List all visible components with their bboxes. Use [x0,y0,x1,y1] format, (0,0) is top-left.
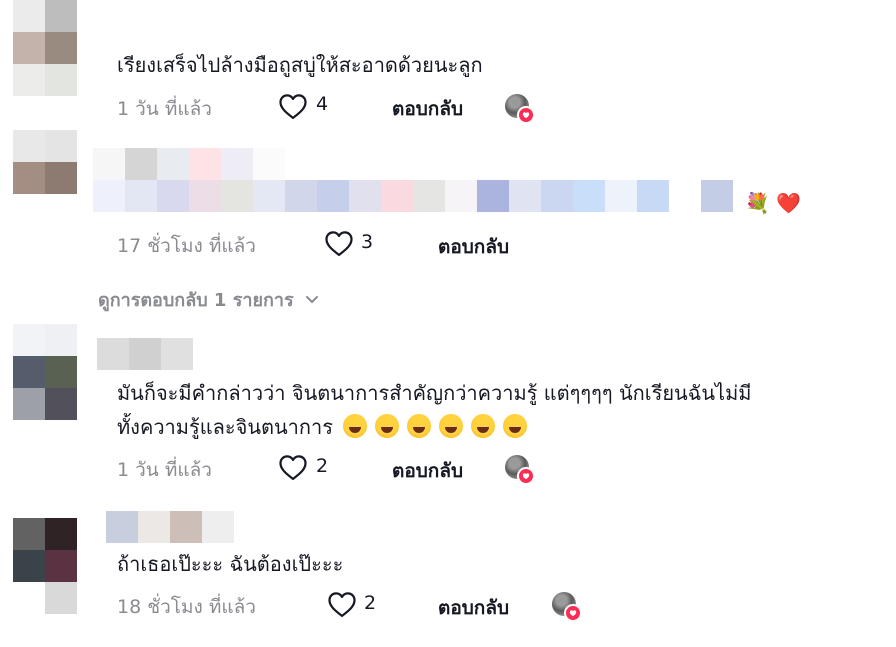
comment-time: 1 วัน ที่แล้ว [117,459,212,481]
like-count: 2 [364,592,377,614]
creator-liked-avatar [552,592,582,622]
comment-text: ถ้าเธอเป๊ะะะ ฉันต้องเป๊ะะะ [117,552,344,576]
blurred-comment-text [93,180,733,212]
heart-badge-icon [517,106,535,124]
creator-liked-avatar [505,94,535,124]
heart-badge-icon [517,467,535,485]
comment-text: เรียงเสร็จไปล้างมือถูสบู่ให้สะอาดด้วยนะล… [117,53,483,77]
reply-button[interactable]: ตอบกลับ [392,94,463,124]
blurred-username[interactable] [106,511,234,543]
comment-text-line-2-text: ทั้งความรู้และจินตนาการ [117,415,333,439]
avatar[interactable] [13,324,77,420]
reply-button[interactable]: ตอบกลับ [438,593,509,623]
comment-time: 17 ชั่วโมง ที่แล้ว [117,235,256,257]
avatar[interactable] [13,518,77,614]
like-count: 2 [316,455,329,477]
comment-time: 18 ชั่วโมง ที่แล้ว [117,596,256,618]
view-replies-button[interactable]: ดูการตอบกลับ 1 รายการ [98,286,320,312]
reply-button[interactable]: ตอบกลับ [438,232,509,262]
blurred-username[interactable] [97,338,193,370]
comment-emoji-tail: 💐 ❤️ [745,191,802,215]
like-count: 3 [361,231,374,253]
avatar[interactable] [13,130,77,194]
heart-badge-icon [564,604,582,622]
heart-outline-icon[interactable] [324,229,354,257]
view-replies-label: ดูการตอบกลับ 1 รายการ [98,289,294,311]
comment-text-line-2: ทั้งความรู้และจินตนาการ [117,410,535,444]
heart-outline-icon[interactable] [278,92,308,120]
rolling-laughing-emoji [343,414,535,439]
avatar[interactable] [13,0,77,97]
chevron-down-icon [305,296,318,303]
heart-outline-icon[interactable] [327,590,357,618]
blurred-username[interactable] [93,148,285,180]
reply-button[interactable]: ตอบกลับ [392,456,463,486]
comment-text-line-1: มันก็จะมีคำกล่าวว่า จินตนาการสำคัญกว่าคว… [117,381,752,405]
creator-liked-avatar [505,455,535,485]
heart-outline-icon[interactable] [278,453,308,481]
comment-time: 1 วัน ที่แล้ว [117,98,212,120]
like-count: 4 [316,93,329,115]
